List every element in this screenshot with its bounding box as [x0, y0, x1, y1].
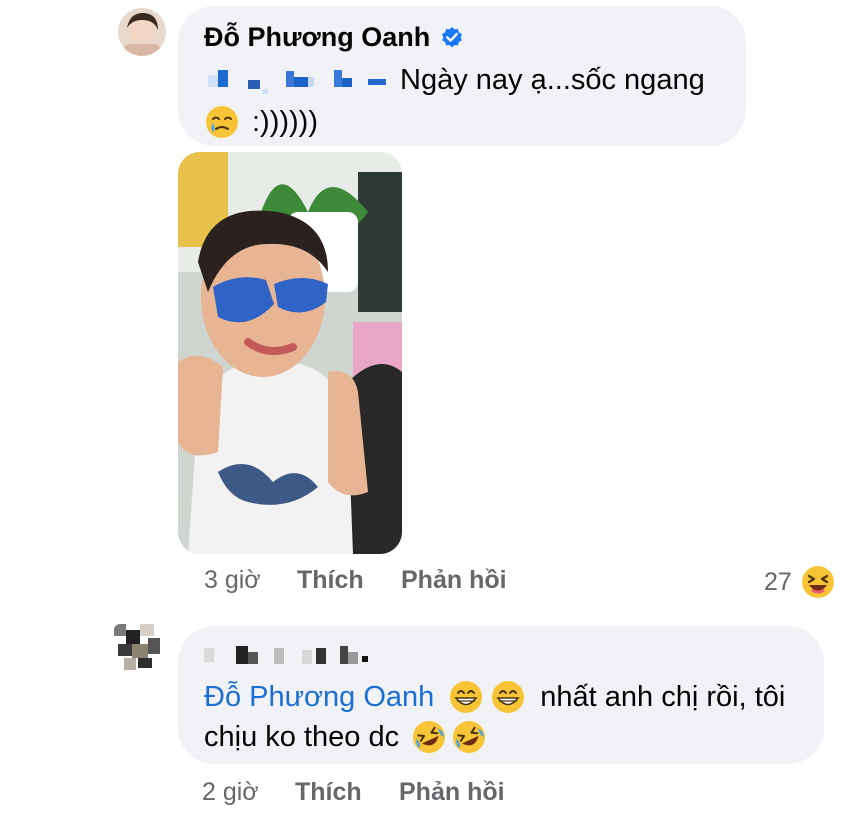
reply-text-line-1: Đỗ Phương Oanh nhất anh chị rồi, tôi: [204, 678, 785, 716]
reply-text-line-2: chịu ko theo dc: [204, 718, 487, 756]
comment-time[interactable]: 3 giờ: [204, 566, 261, 594]
comment-text: Ngày nay ạ...sốc ngang: [400, 63, 705, 96]
like-button[interactable]: Thích: [297, 566, 364, 595]
reaction-summary[interactable]: 27: [764, 564, 836, 600]
grinning-emoji-icon: [490, 679, 526, 715]
reply-text: nhất anh chị rồi, tôi: [540, 680, 786, 713]
reply-button[interactable]: Phản hồi: [401, 566, 507, 595]
grinning-emoji-icon: [448, 679, 484, 715]
reply-avatar[interactable]: [114, 624, 162, 672]
like-button[interactable]: Thích: [295, 778, 362, 807]
reply-label[interactable]: Phản hồi: [399, 778, 505, 806]
rofl-emoji-icon: [451, 719, 487, 755]
reply-text-tail: chịu ko theo dc: [204, 720, 400, 753]
reply-time[interactable]: 2 giờ: [202, 778, 259, 806]
rofl-emoji-icon: [411, 719, 447, 755]
reaction-count[interactable]: 27: [764, 568, 792, 597]
crying-smile-emoji-icon: [204, 104, 240, 140]
verified-badge-icon: [440, 26, 464, 50]
commenter-avatar[interactable]: [118, 8, 166, 56]
comment-actions: 3 giờ: [204, 566, 261, 595]
like-label[interactable]: Thích: [295, 778, 362, 806]
reply-label[interactable]: Phản hồi: [401, 566, 507, 594]
like-label[interactable]: Thích: [297, 566, 364, 594]
pixelated-tag-icon: [204, 65, 390, 95]
comment-text-line-2: :)))))): [204, 103, 318, 141]
reply-button[interactable]: Phản hồi: [399, 778, 505, 807]
comment-photo[interactable]: [178, 152, 402, 554]
reply-actions: 2 giờ: [202, 778, 259, 807]
comment-text-tail: :)))))): [252, 105, 319, 138]
haha-icon: [800, 564, 836, 600]
comment-text-line-1: Ngày nay ạ...sốc ngang: [204, 62, 705, 98]
author-name[interactable]: Đỗ Phương Oanh: [204, 22, 430, 53]
comment-author[interactable]: Đỗ Phương Oanh: [204, 22, 464, 53]
hidden-author-name[interactable]: [204, 642, 374, 670]
mention-link[interactable]: Đỗ Phương Oanh: [204, 681, 434, 714]
